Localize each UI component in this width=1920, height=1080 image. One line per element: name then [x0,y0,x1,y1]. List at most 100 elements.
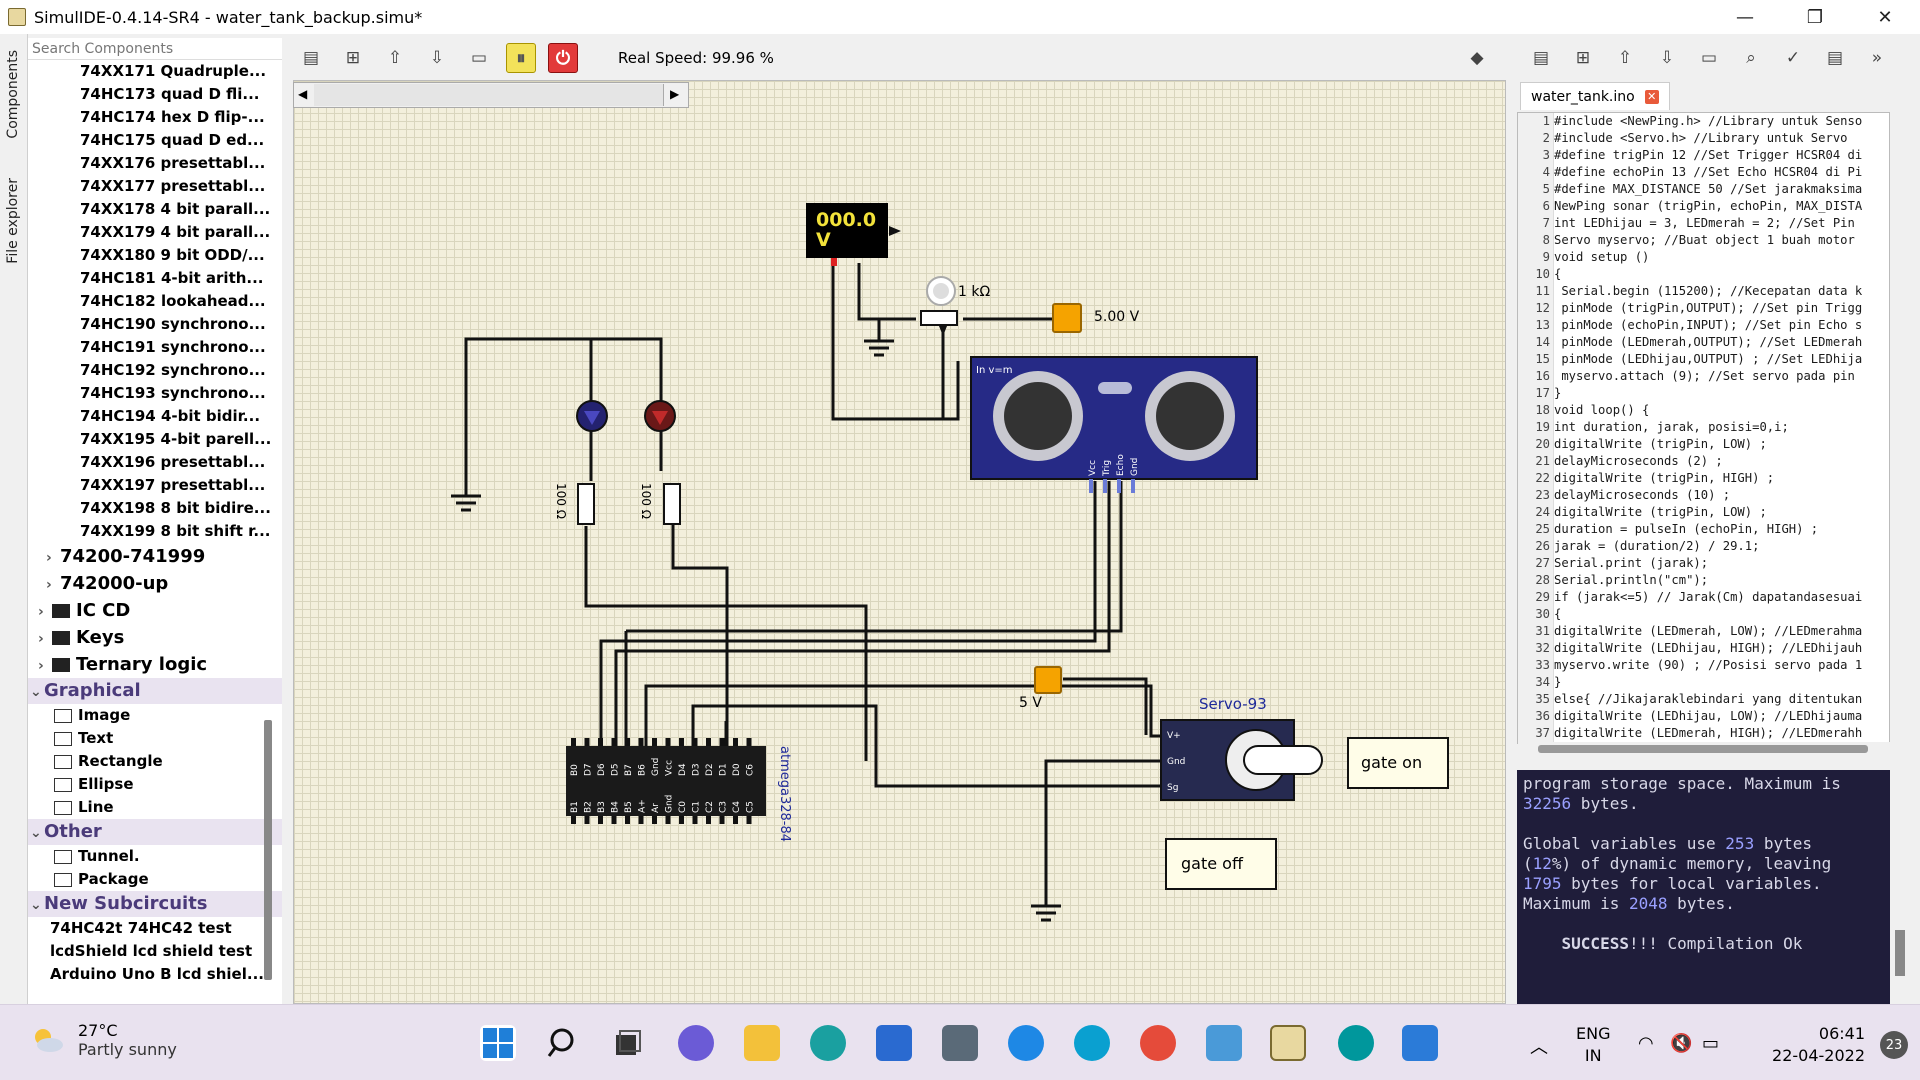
editor-horizontal-scrollbar[interactable] [1518,742,1890,756]
potentiometer[interactable]: 1 kΩ [920,276,990,336]
mcu-pin[interactable] [706,816,711,824]
stop-simulation-button[interactable]: ⏻ [548,43,578,73]
close-tab-icon[interactable]: ✕ [1644,89,1659,104]
search-input[interactable]: Search Components [28,38,282,60]
arduino-icon[interactable] [1338,1025,1374,1061]
mcu-pin[interactable] [665,738,671,746]
editor-saveas-icon[interactable]: ▭ [1696,45,1722,71]
mcu-pin[interactable] [665,816,671,824]
servo-motor[interactable]: Servo-93 [1160,695,1323,801]
mcu-pin[interactable] [611,816,617,824]
resistor-1[interactable] [577,483,595,525]
component-item[interactable]: 74XX177 presettabl... [28,175,282,198]
component-item[interactable]: 74XX199 8 bit shift r... [28,520,282,543]
component-item[interactable]: Package [28,868,282,891]
component-item[interactable]: 74XX196 presettabl... [28,451,282,474]
component-item[interactable]: 74HC175 quad D ed... [28,129,282,152]
mcu-pin[interactable] [719,816,725,824]
category-new-subcircuits[interactable]: ⌄ New Subcircuits [28,891,282,917]
led-red[interactable] [644,400,676,432]
category-other[interactable]: ⌄ Other [28,819,282,845]
mcu-pin[interactable] [638,816,644,824]
new-file-icon[interactable]: ⊞ [340,45,366,71]
mcu-pin[interactable] [746,738,752,746]
mcu-pin[interactable] [598,738,603,746]
clock[interactable]: 06:41 22-04-2022 [1755,1023,1865,1067]
search-icon[interactable] [546,1025,582,1061]
save-icon[interactable]: ⇩ [424,45,450,71]
mcu-pin[interactable] [746,816,752,824]
component-folder[interactable]: › Ternary logic [28,651,282,678]
component-item[interactable]: 74HC191 synchrono... [28,336,282,359]
component-item[interactable]: 74HC193 synchrono... [28,382,282,405]
component-item[interactable]: 74XX180 9 bit ODD/... [28,244,282,267]
tab-file-explorer[interactable]: File explorer [3,174,23,268]
component-folder[interactable]: › IC CD [28,597,282,624]
component-item[interactable]: Line [28,796,282,819]
new-circuit-icon[interactable]: ▤ [298,45,324,71]
component-item[interactable]: 74HC173 quad D fli... [28,83,282,106]
component-item[interactable]: 74HC192 synchrono... [28,359,282,382]
mcu-pin[interactable] [598,816,603,824]
mcu-pin[interactable] [611,738,617,746]
settings-diamond-icon[interactable]: ◆ [1464,45,1490,71]
chevron-up-icon[interactable]: ︿ [1530,1033,1548,1059]
speaker-muted-icon[interactable]: 🔇 [1670,1033,1692,1054]
mcu-pin[interactable] [638,738,644,746]
editor-find-icon[interactable]: ⌕ [1738,45,1764,71]
component-item[interactable]: 74HC182 lookahead... [28,290,282,313]
mcu-pin[interactable] [584,738,590,746]
component-folder[interactable]: › Keys [28,624,282,651]
mcu-pin[interactable] [706,738,711,746]
component-item[interactable]: Arduino Uno B lcd shiel... [28,963,282,986]
editor-save-icon[interactable]: ⇩ [1654,45,1680,71]
close-button[interactable]: ✕ [1850,0,1920,34]
start-icon[interactable] [480,1025,516,1061]
code-editor[interactable]: 1 #include <NewPing.h> //Library untuk Se… [1517,112,1890,744]
notification-badge[interactable]: 23 [1880,1031,1908,1059]
chrome-icon[interactable] [1140,1025,1176,1061]
mcu-pin[interactable] [679,816,684,824]
component-item[interactable]: 74HC194 4-bit bidir... [28,405,282,428]
component-item[interactable]: lcdShield lcd shield test [28,940,282,963]
component-item[interactable]: 74XX179 4 bit parall... [28,221,282,244]
component-item[interactable]: Tunnel. [28,845,282,868]
edge-icon[interactable] [810,1025,846,1061]
weather-widget[interactable]: 27°C Partly sunny [30,1021,177,1059]
mcu-pin[interactable] [692,738,698,746]
resistor-2[interactable] [663,483,681,525]
wifi-icon[interactable]: ◠ [1638,1033,1654,1054]
more-icon[interactable]: » [1864,45,1890,71]
save-as-icon[interactable]: ▭ [466,45,492,71]
servo-voltage-source[interactable] [1034,666,1062,694]
app-icon-generic[interactable] [942,1025,978,1061]
circuit-canvas[interactable]: 100 Ω 100 Ω 000.0 V 1 kΩ 5.00 V In v=m Vc… [293,80,1506,1004]
mcu-pin[interactable] [625,738,630,746]
component-item[interactable]: 74HC190 synchrono... [28,313,282,336]
component-item[interactable]: 74XX197 presettabl... [28,474,282,497]
console-scrollbar[interactable] [1895,930,1905,976]
component-group[interactable]: › 74200-741999 [28,543,282,570]
open-icon[interactable]: ⇧ [382,45,408,71]
ultrasonic-sensor[interactable]: In v=m [970,356,1258,493]
component-item[interactable]: 74XX176 presettabl... [28,152,282,175]
fixed-voltage-source[interactable] [1052,303,1082,333]
component-item[interactable]: Ellipse [28,773,282,796]
component-item[interactable]: 74XX198 8 bit bidire... [28,497,282,520]
component-item[interactable]: 74HC42t 74HC42 test [28,917,282,940]
editor-add-icon[interactable]: ⊞ [1570,45,1596,71]
mcu-pin[interactable] [571,738,576,746]
control-panel-icon[interactable] [1206,1025,1242,1061]
cortana-icon[interactable] [1074,1025,1110,1061]
mcu-pin[interactable] [625,816,630,824]
editor-open-icon[interactable]: ⇧ [1612,45,1638,71]
component-item[interactable]: 74HC174 hex D flip-... [28,106,282,129]
compile-check-icon[interactable]: ✓ [1780,45,1806,71]
mcu-pin[interactable] [652,816,657,824]
editor-tab[interactable]: water_tank.ino ✕ [1520,82,1670,110]
store-icon[interactable] [876,1025,912,1061]
battery-icon[interactable]: ▭ [1702,1033,1719,1054]
mcu-pin[interactable] [652,738,657,746]
component-item[interactable]: Rectangle [28,750,282,773]
chat-icon[interactable] [678,1025,714,1061]
